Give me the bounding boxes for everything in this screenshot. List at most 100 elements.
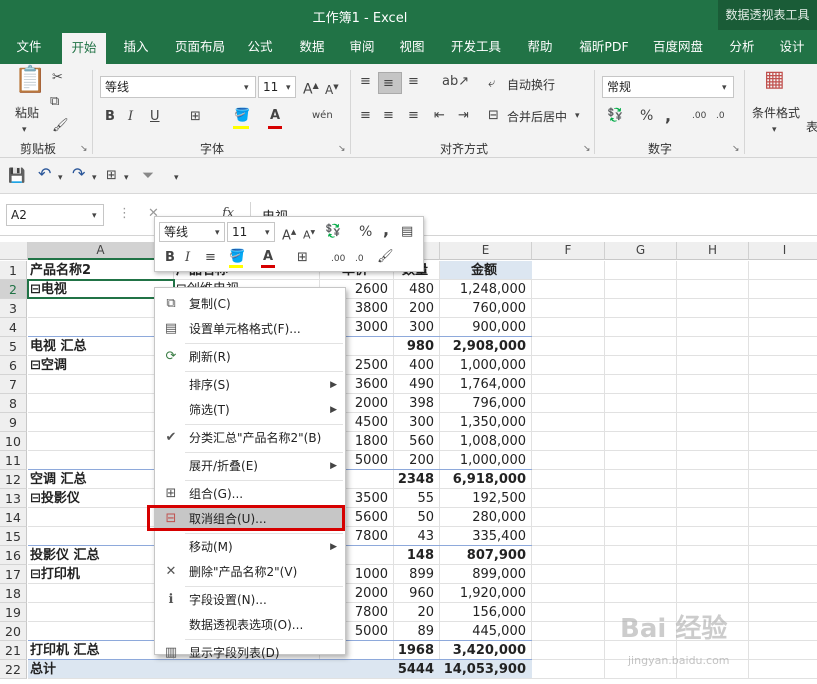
menu-item-3[interactable]: ⟳ 刷新(R) — [155, 345, 345, 369]
chevron-down-icon[interactable]: ▾ — [722, 80, 727, 96]
fill-color-icon[interactable]: 🪣 — [229, 249, 245, 265]
chevron-down-icon[interactable]: ▾ — [58, 170, 63, 186]
row-header[interactable]: 17 — [0, 565, 27, 584]
row-header[interactable]: 11 — [0, 451, 27, 470]
cell-D16[interactable]: 148 — [396, 546, 438, 565]
format-as-table-button[interactable]: 表 — [806, 118, 817, 136]
menu-item-19[interactable]: 数据透视表选项(O)... — [155, 613, 345, 637]
cell-E11[interactable]: 1,000,000 — [442, 451, 530, 470]
table-icon[interactable]: ▤ — [401, 224, 413, 240]
align-bottom-icon[interactable]: ≡ — [408, 74, 419, 90]
cell-E14[interactable]: 280,000 — [442, 508, 530, 527]
font-name-select[interactable]: 等线 — [100, 76, 256, 98]
cut-icon[interactable]: ✂ — [52, 70, 63, 86]
align-center-icon[interactable]: ≡ — [205, 250, 216, 266]
increase-decimal-icon[interactable]: .00 — [331, 251, 345, 267]
tab-0[interactable]: 文件 — [8, 30, 50, 64]
dialog-launcher-icon[interactable]: ↘ — [80, 144, 88, 154]
cell-D3[interactable]: 200 — [396, 299, 438, 318]
copy-icon[interactable]: ⧉ — [50, 94, 59, 110]
cell-D2[interactable]: 480 — [396, 280, 438, 299]
cell-A7[interactable] — [30, 375, 172, 394]
increase-decimal-icon[interactable]: .00 — [692, 108, 706, 124]
cell-E6[interactable]: 1,000,000 — [442, 356, 530, 375]
row-header[interactable]: 2 — [0, 280, 27, 299]
row-header[interactable]: 19 — [0, 603, 27, 622]
cell-A4[interactable] — [30, 318, 172, 337]
row-header[interactable]: 5 — [0, 337, 27, 356]
percent-icon[interactable]: % — [640, 108, 653, 124]
bold-icon[interactable]: B — [105, 109, 115, 125]
cell-A8[interactable] — [30, 394, 172, 413]
cell-D9[interactable]: 300 — [396, 413, 438, 432]
row-header[interactable]: 15 — [0, 527, 27, 546]
column-header-F[interactable]: F — [532, 242, 605, 260]
bold-icon[interactable]: B — [165, 250, 175, 266]
align-center-icon[interactable]: ≡ — [383, 108, 394, 124]
cell-E16[interactable]: 807,900 — [442, 546, 530, 565]
menu-item-15[interactable]: 移动(M) ▶ — [155, 535, 345, 559]
orientation-icon[interactable]: ab↗ — [442, 74, 469, 90]
cell-D10[interactable]: 560 — [396, 432, 438, 451]
cell-E4[interactable]: 900,000 — [442, 318, 530, 337]
menu-item-1[interactable]: ▤ 设置单元格格式(F)... — [155, 317, 345, 341]
font-color-icon[interactable]: A — [270, 108, 280, 124]
chevron-down-icon[interactable]: ▾ — [22, 122, 27, 138]
row-header[interactable]: 14 — [0, 508, 27, 527]
cell-D12[interactable]: 2348 — [396, 470, 438, 489]
cell-A10[interactable] — [30, 432, 172, 451]
borders-icon[interactable]: ⊞ — [106, 168, 117, 184]
decrease-indent-icon[interactable]: ⇤ — [434, 108, 445, 124]
menu-item-6[interactable]: 筛选(T) ▶ — [155, 398, 345, 422]
chevron-down-icon[interactable]: ▾ — [124, 170, 129, 186]
cell-A3[interactable] — [30, 299, 172, 318]
cell-E19[interactable]: 156,000 — [442, 603, 530, 622]
fill-color-icon[interactable]: 🪣 — [234, 108, 250, 124]
accounting-format-icon[interactable]: 💱 — [607, 108, 623, 124]
select-all-corner[interactable] — [0, 242, 28, 260]
align-middle-icon[interactable]: ≡ — [383, 76, 394, 92]
column-header-H[interactable]: H — [677, 242, 749, 260]
cell-E21[interactable]: 3,420,000 — [442, 641, 530, 660]
tab-10[interactable]: 福昕PDF — [572, 30, 636, 64]
cell-E1[interactable]: 金额 — [442, 261, 530, 280]
cell-E2[interactable]: 1,248,000 — [442, 280, 530, 299]
cell-A11[interactable] — [30, 451, 172, 470]
tab-4[interactable]: 公式 — [240, 30, 280, 64]
decrease-decimal-icon[interactable]: .0 — [355, 251, 364, 267]
column-header-G[interactable]: G — [605, 242, 677, 260]
cell-E3[interactable]: 760,000 — [442, 299, 530, 318]
cell-D7[interactable]: 490 — [396, 375, 438, 394]
comma-style-icon[interactable]: , — [665, 108, 671, 124]
wrap-text-button[interactable]: 自动换行 — [507, 76, 555, 94]
cell-E18[interactable]: 1,920,000 — [442, 584, 530, 603]
cell-A20[interactable] — [30, 622, 172, 641]
row-header[interactable]: 20 — [0, 622, 27, 641]
tab-11[interactable]: 百度网盘 — [646, 30, 710, 64]
tab-9[interactable]: 帮助 — [520, 30, 560, 64]
cell-D22[interactable]: 5444 — [396, 660, 438, 679]
cell-D20[interactable]: 89 — [396, 622, 438, 641]
conditional-format-icon[interactable]: ▦ — [764, 69, 785, 91]
save-icon[interactable]: 💾 — [8, 168, 25, 184]
cell-E22[interactable]: 14,053,900 — [442, 660, 530, 679]
italic-icon[interactable]: I — [185, 250, 190, 266]
menu-item-18[interactable]: ℹ 字段设置(N)... — [155, 588, 345, 612]
row-header[interactable]: 8 — [0, 394, 27, 413]
row-header[interactable]: 21 — [0, 641, 27, 660]
row-header[interactable]: 16 — [0, 546, 27, 565]
cell-D15[interactable]: 43 — [396, 527, 438, 546]
wrap-text-icon[interactable]: ⤶ — [488, 76, 495, 92]
tab-5[interactable]: 数据 — [292, 30, 332, 64]
dialog-launcher-icon[interactable]: ↘ — [583, 144, 591, 154]
grow-font-icon[interactable]: A▲ — [303, 78, 319, 98]
menu-item-16[interactable]: ✕ 删除"产品名称2"(V) — [155, 560, 345, 584]
column-header-I[interactable]: I — [749, 242, 817, 260]
tab-8[interactable]: 开发工具 — [444, 30, 508, 64]
menu-item-21[interactable]: ▥ 显示字段列表(D) — [155, 641, 345, 665]
grow-font-icon[interactable]: A▲ — [282, 224, 296, 244]
dialog-launcher-icon[interactable]: ↘ — [732, 144, 740, 154]
number-format-select[interactable]: 常规 — [602, 76, 734, 98]
cell-A18[interactable] — [30, 584, 172, 603]
cell-D5[interactable]: 980 — [396, 337, 438, 356]
